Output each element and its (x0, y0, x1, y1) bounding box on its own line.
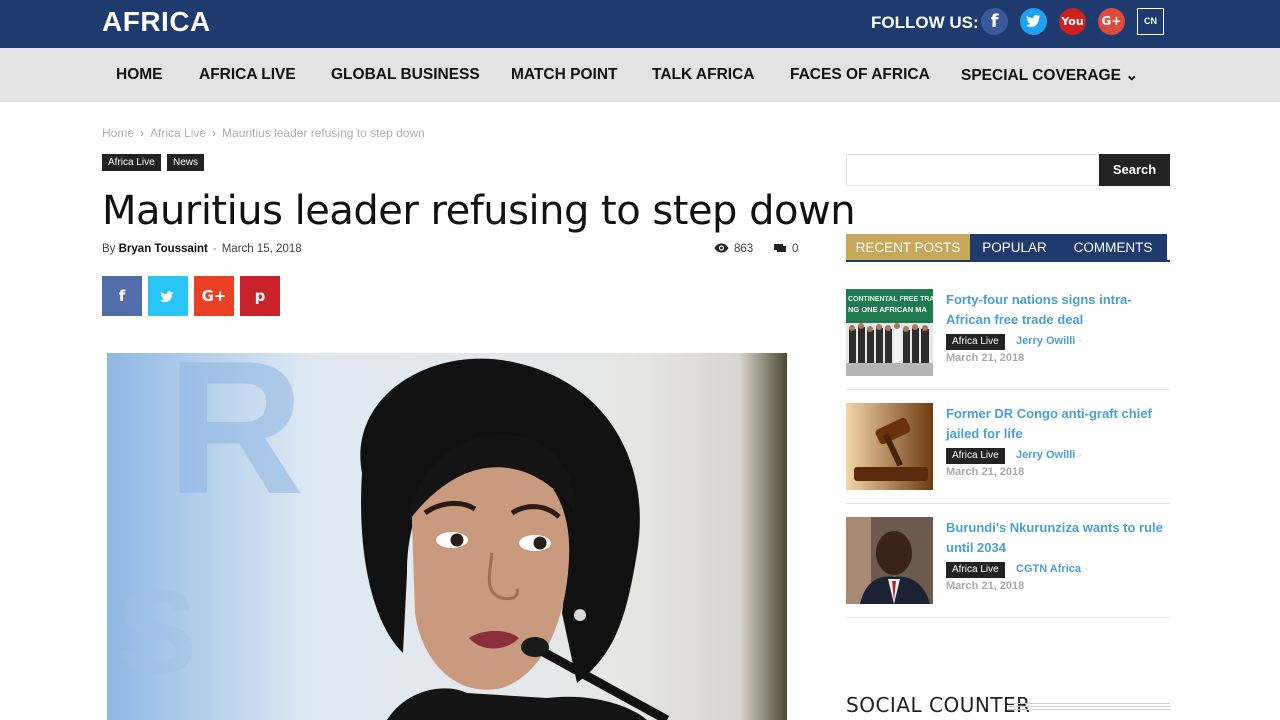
post-author-dash: - (1078, 335, 1083, 347)
view-count: 863 (714, 243, 753, 255)
tab-popular[interactable]: POPULAR (970, 234, 1059, 261)
social-counter-heading: SOCIAL COUNTER (846, 693, 1031, 717)
article-meta: By Bryan Toussaint - March 15, 2018 (102, 243, 302, 255)
follow-us-label: FOLLOW US: (871, 13, 979, 32)
breadcrumb: Home › Africa Live › Mauritius leader refusi… (102, 126, 425, 140)
author-link[interactable]: Bryan Toussaint (119, 243, 208, 255)
square-logo-icon[interactable]: CN (1137, 8, 1164, 35)
post-thumbnail[interactable] (846, 403, 933, 490)
share-facebook-button[interactable]: f (102, 276, 142, 316)
main-nav: HOME AFRICA LIVE GLOBAL BUSINESS MATCH P… (0, 48, 1280, 102)
facebook-icon[interactable]: f (981, 8, 1008, 35)
nav-match-point[interactable]: MATCH POINT (511, 66, 617, 84)
nav-global-business[interactable]: GLOBAL BUSINESS (331, 66, 480, 84)
youtube-icon[interactable]: You (1059, 8, 1086, 35)
nav-home[interactable]: HOME (116, 66, 163, 84)
post-author-name[interactable]: CGTN Africa (1016, 563, 1081, 575)
article-title: Mauritius leader refusing to step down (102, 188, 856, 234)
eye-icon (714, 243, 729, 253)
post-thumbnail[interactable]: CONTINENTAL FREE TRAD NG ONE AFRICAN MA (846, 289, 940, 376)
tab-recent-posts[interactable]: RECENT POSTS (846, 234, 970, 261)
nav-special-coverage[interactable]: SPECIAL COVERAGE ⌄ (961, 66, 1138, 85)
nav-faces-of-africa[interactable]: FACES OF AFRICA (790, 66, 930, 84)
post-author-dash: - (1084, 563, 1088, 575)
svg-text:S: S (117, 565, 197, 699)
post-divider (846, 617, 1170, 618)
google-plus-icon[interactable]: G+ (1098, 8, 1125, 35)
tag-africa-live[interactable]: Africa Live (102, 154, 161, 171)
post-thumbnail[interactable] (846, 517, 933, 604)
view-count-value: 863 (734, 243, 754, 255)
comment-count[interactable]: 0 (774, 243, 798, 255)
post-author-name[interactable]: Jerry Owilli (1016, 449, 1075, 461)
breadcrumb-africa-live[interactable]: Africa Live (150, 126, 206, 140)
post-divider (846, 389, 1170, 390)
breadcrumb-separator: › (140, 126, 145, 140)
breadcrumb-separator: › (212, 126, 217, 140)
meta-dash: - (212, 243, 217, 255)
post-category-badge[interactable]: Africa Live (946, 334, 1005, 350)
post-author[interactable]: Jerry Owilli - (1016, 335, 1082, 347)
breadcrumb-current: Mauritius leader refusing to step down (222, 126, 425, 140)
svg-text:CONTINENTAL FREE TRAD: CONTINENTAL FREE TRAD (848, 296, 933, 303)
post-title-link[interactable]: Former DR Congo anti-graft chief jailed … (946, 404, 1171, 444)
post-category-badge[interactable]: Africa Live (946, 562, 1005, 578)
heading-rule (1008, 703, 1170, 710)
comment-icon (774, 244, 786, 252)
post-author-dash: - (1078, 449, 1083, 461)
by-label: By (102, 243, 116, 255)
site-logo[interactable]: AFRICA (102, 6, 211, 38)
search-input[interactable] (846, 154, 1100, 186)
tab-comments[interactable]: COMMENTS (1059, 234, 1167, 261)
tab-underline (846, 260, 1170, 262)
post-title-link[interactable]: Forty-four nations signs intra-African f… (946, 290, 1171, 330)
top-bar: AFRICA FOLLOW US: f You G+ CN (0, 0, 1280, 48)
search-button[interactable]: Search (1099, 154, 1170, 186)
svg-text:R: R (167, 353, 304, 534)
share-twitter-button[interactable] (148, 276, 188, 316)
svg-text:NG ONE AFRICAN MA: NG ONE AFRICAN MA (848, 305, 927, 314)
nav-talk-africa[interactable]: TALK AFRICA (652, 66, 754, 84)
nav-africa-live[interactable]: AFRICA LIVE (199, 66, 296, 84)
article-date: March 15, 2018 (221, 243, 302, 255)
post-author[interactable]: CGTN Africa - (1016, 563, 1088, 575)
breadcrumb-home[interactable]: Home (102, 126, 134, 140)
post-author-name[interactable]: Jerry Owilli (1016, 335, 1075, 347)
post-category-badge[interactable]: Africa Live (946, 448, 1005, 464)
share-google-plus-button[interactable]: G+ (194, 276, 234, 316)
post-date: March 21, 2018 (946, 466, 1025, 478)
twitter-icon[interactable] (1020, 8, 1047, 35)
post-title-link[interactable]: Burundi's Nkurunziza wants to rule until… (946, 518, 1171, 558)
post-author[interactable]: Jerry Owilli - (1016, 449, 1082, 461)
post-date: March 21, 2018 (946, 352, 1025, 364)
share-pinterest-button[interactable]: p (240, 276, 280, 316)
article-hero-image: R S (107, 353, 787, 720)
post-divider (846, 503, 1170, 504)
tag-news[interactable]: News (167, 154, 205, 171)
comment-count-value: 0 (792, 243, 799, 255)
post-date: March 21, 2018 (946, 580, 1025, 592)
